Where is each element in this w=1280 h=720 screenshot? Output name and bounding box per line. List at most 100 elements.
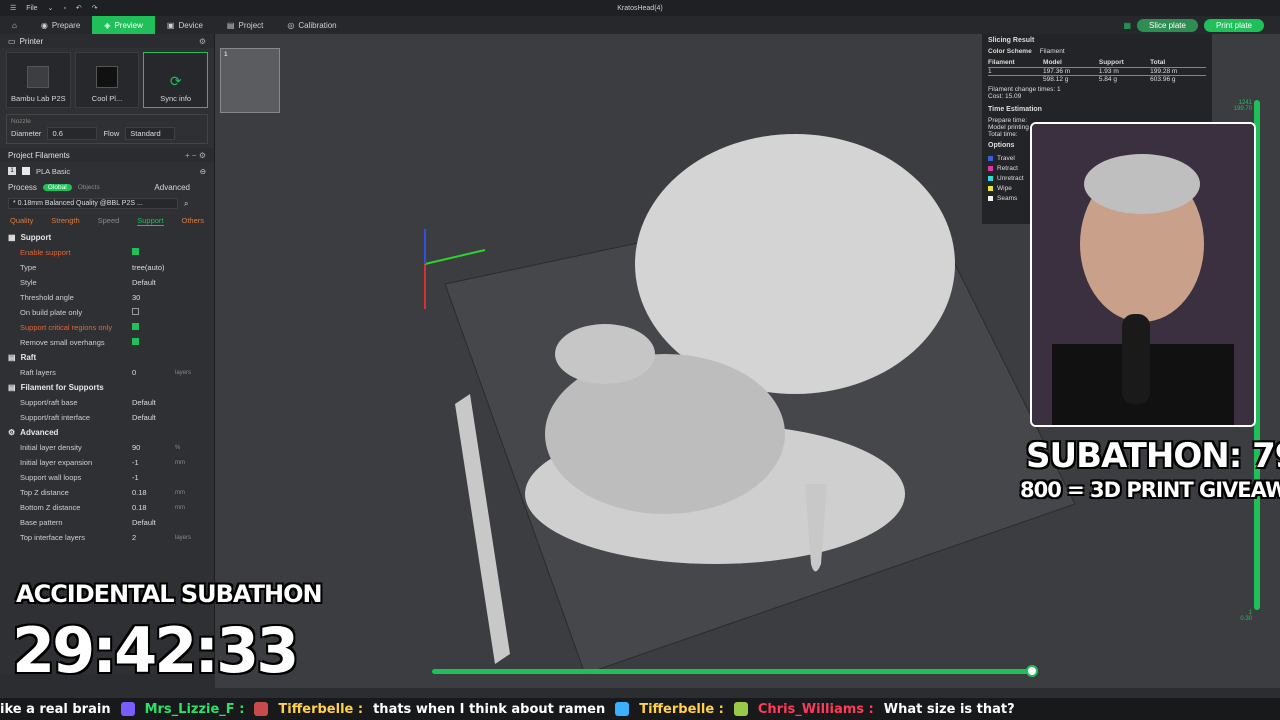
raft-layers-option: Raft layers 0 layers [0,365,214,380]
process-label: Process [8,183,37,192]
filament-supports-title: Filament for Supports [20,383,104,392]
slice-plate-button[interactable]: Slice plate [1137,18,1198,32]
ticker-username: Tifferbelle : [639,701,724,717]
advanced-option: Initial layer density 90% [0,440,214,455]
unit-label: mm [175,489,185,496]
option-input[interactable]: -1 [132,473,139,482]
support-interface-select[interactable]: Default [132,413,156,422]
tab-prepare[interactable]: ◉ Prepare [29,16,92,34]
diameter-label: Diameter [11,129,42,138]
option-label: Style [20,278,37,287]
process-profile-select[interactable]: * 0.18mm Balanced Quality @BBL P2S ... [8,198,178,209]
tab-others[interactable]: Others [181,216,204,226]
tab-device[interactable]: ▣ Device [155,16,215,34]
move-slider-handle[interactable] [1026,665,1038,677]
option-label: Initial layer density [20,443,82,452]
advanced-option: Base pattern Default [0,515,214,530]
chevron-down-icon[interactable]: ⌄ [48,4,54,12]
support-icon: ▦ [8,233,16,242]
home-button[interactable]: ⌂ [0,16,29,34]
print-plate-button[interactable]: Print plate [1203,18,1264,32]
process-tabs: Quality Strength Speed Support Others [0,212,214,230]
remove-filament-icon[interactable]: ⊖ [200,167,206,176]
option-label: Support/raft interface [20,413,91,422]
objects-toggle[interactable]: Objects [78,184,100,191]
redo-icon[interactable]: ↷ [92,4,98,12]
sync-info-button[interactable]: ⟳ Sync info [143,52,209,108]
unretract-swatch [988,175,993,181]
ticker-message: What size is that? [883,701,1015,717]
table-cell: 199.28 m [1150,67,1206,76]
table-row[interactable]: 1 197.36 m 1.93 m 199.28 m [988,67,1206,76]
color-scheme-select[interactable]: Filament [1040,48,1065,55]
sliced-file-icon[interactable]: ▦ [1123,21,1131,30]
diameter-select[interactable]: 0.6 [47,127,98,140]
type-select[interactable]: tree(auto) [132,263,165,272]
option-input[interactable]: 0.18 [132,488,147,497]
remove-overhangs-checkbox[interactable] [132,338,139,347]
nozzle-label: Nozzle [11,118,31,125]
menu-icon[interactable]: ☰ [10,4,16,12]
filament-color-swatch[interactable] [22,167,30,175]
filament-row[interactable]: 1 PLA Basic ⊖ [0,162,214,180]
style-select[interactable]: Default [132,278,156,287]
unit-label: % [175,444,181,451]
tab-preview[interactable]: ◈ Preview [92,16,155,34]
plate-thumbnail[interactable]: 1 [220,48,280,113]
raft-layers-input[interactable]: 0 [132,368,136,377]
critical-regions-option: Support critical regions only [0,320,214,335]
table-cell: 1 [988,67,1044,76]
nozzle-box: Nozzle Diameter 0.6 Flow Standard [6,114,208,144]
option-input[interactable]: 90 [132,443,140,452]
global-toggle[interactable]: Global [42,184,72,191]
support-base-select[interactable]: Default [132,398,156,407]
tab-project[interactable]: ▤ Project [215,16,275,34]
ticker-message: thats when I think about ramen [373,701,606,717]
enable-support-checkbox[interactable] [132,248,139,257]
printer-preset-card[interactable]: Bambu Lab P2S [6,52,71,108]
process-profile-row[interactable]: * 0.18mm Balanced Quality @BBL P2S ... ⌕ [0,195,214,212]
table-cell: 598.12 g [1043,76,1069,83]
threshold-input[interactable]: 30 [132,293,140,302]
tab-label: Project [238,20,264,30]
tab-support[interactable]: Support [137,216,164,226]
plate-type-card[interactable]: Cool Pl... [74,52,140,108]
plate-image [96,66,118,88]
build-plate-only-checkbox[interactable] [132,308,139,317]
sync-icon: ⟳ [169,73,182,89]
emote-icon [120,702,135,716]
tab-quality[interactable]: Quality [10,216,33,226]
add-filament-button[interactable]: + − ⚙ [185,151,206,160]
tab-speed[interactable]: Speed [98,216,120,226]
column-header: Filament [988,59,1015,66]
table-row[interactable]: 598.12 g 5.84 g 603.96 g [988,76,1206,83]
flow-select[interactable]: Standard [125,127,176,140]
undo-icon[interactable]: ↶ [76,4,82,12]
calibration-icon: ◎ [287,20,295,30]
layer-bottom-height: 0.30 [1240,616,1252,622]
option-label: Support/raft base [20,398,78,407]
search-icon[interactable]: ⌕ [184,199,188,209]
option-label: Initial layer expansion [20,458,93,467]
advanced-group-header: ⚙ Advanced [0,425,214,440]
option-input[interactable]: -1 [132,458,139,467]
move-slider[interactable] [432,669,1032,674]
support-title: Support [20,233,52,242]
critical-regions-checkbox[interactable] [132,323,139,332]
ticker-username: Tifferbelle : [278,701,364,717]
subathon-counter: SUBATHON: 792 [1026,436,1280,476]
gear-icon[interactable]: ⚙ [199,37,206,46]
giveaway-banner: 800 = 3D PRINT GIVEAWAY [1020,478,1280,502]
table-cell: 5.84 g [1098,76,1117,83]
tab-strength[interactable]: Strength [51,216,79,226]
option-input[interactable]: Default [132,518,156,527]
option-label: Threshold angle [20,293,74,302]
option-input[interactable]: 0.18 [132,503,147,512]
file-menu[interactable]: File [26,5,37,12]
option-input[interactable]: 2 [132,533,136,542]
retract-swatch [988,165,993,171]
tab-calibration[interactable]: ◎ Calibration [275,16,348,34]
save-icon[interactable]: ▫ [63,5,65,12]
type-option: Type tree(auto) [0,260,214,275]
slicing-result-title: Slicing Result [988,37,1035,44]
